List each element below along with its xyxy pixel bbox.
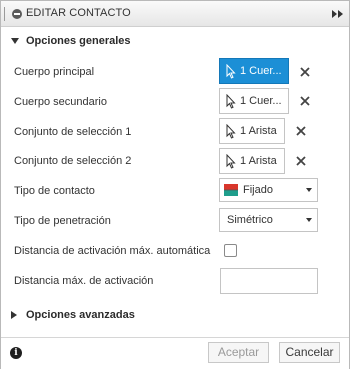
cancel-button[interactable]: Cancelar [279, 342, 340, 363]
main-body-label: Cuerpo principal [14, 66, 95, 78]
selection-set-2-label: Conjunto de selección 2 [14, 155, 132, 167]
penetration-type-label: Tipo de penetración [14, 215, 111, 227]
general-options-label: Opciones generales [26, 35, 131, 47]
contact-type-dropdown[interactable]: Fijado [219, 178, 318, 202]
dialog-title: EDITAR CONTACTO [26, 7, 131, 19]
penetration-type-value: Simétrico [227, 214, 273, 226]
contact-bonded-icon [224, 184, 238, 196]
clear-main-body-icon[interactable] [300, 67, 310, 77]
select-cursor-icon [226, 64, 236, 79]
select-cursor-icon [226, 124, 236, 139]
auto-activation-distance-checkbox[interactable] [224, 244, 237, 257]
max-activation-distance-label: Distancia máx. de activación [14, 275, 154, 287]
caret-down-icon [306, 188, 312, 192]
selection-set-1-text: 1 Arista [240, 125, 277, 137]
select-cursor-icon [226, 154, 236, 169]
main-body-select-button[interactable]: 1 Cuer... [219, 58, 289, 84]
clear-secondary-body-icon[interactable] [300, 96, 310, 106]
chevron-down-icon[interactable] [11, 38, 19, 44]
selection-set-1-label: Conjunto de selección 1 [14, 126, 132, 138]
selection-set-2-button[interactable]: 1 Arista [219, 148, 285, 174]
expand-icon[interactable] [332, 9, 344, 19]
secondary-body-label: Cuerpo secundario [14, 96, 107, 108]
selection-set-2-text: 1 Arista [240, 155, 277, 167]
info-icon[interactable]: i [10, 347, 22, 359]
penetration-type-dropdown[interactable]: Simétrico [219, 208, 318, 232]
contact-type-label: Tipo de contacto [14, 185, 95, 197]
contact-type-value: Fijado [243, 184, 273, 196]
secondary-body-selection-text: 1 Cuer... [240, 95, 282, 107]
main-body-selection-text: 1 Cuer... [240, 65, 282, 77]
dialog-titlebar[interactable]: EDITAR CONTACTO [1, 1, 349, 27]
clear-selection-set-2-icon[interactable] [296, 156, 306, 166]
chevron-right-icon[interactable] [11, 311, 17, 319]
collapse-dialog-icon[interactable] [12, 9, 22, 19]
secondary-body-select-button[interactable]: 1 Cuer... [219, 88, 289, 114]
ok-button[interactable]: Aceptar [208, 342, 269, 363]
clear-selection-set-1-icon[interactable] [296, 126, 306, 136]
select-cursor-icon [226, 94, 236, 109]
advanced-options-label: Opciones avanzadas [26, 309, 135, 321]
caret-down-icon [306, 218, 312, 222]
drag-grip[interactable] [4, 7, 6, 21]
dialog-footer: i Aceptar Cancelar [1, 337, 349, 369]
max-activation-distance-input[interactable] [220, 268, 318, 294]
edit-contact-dialog: EDITAR CONTACTO Opciones generales Cuerp… [0, 0, 350, 369]
selection-set-1-button[interactable]: 1 Arista [219, 118, 285, 144]
auto-activation-distance-label: Distancia de activación máx. automática [14, 245, 211, 257]
